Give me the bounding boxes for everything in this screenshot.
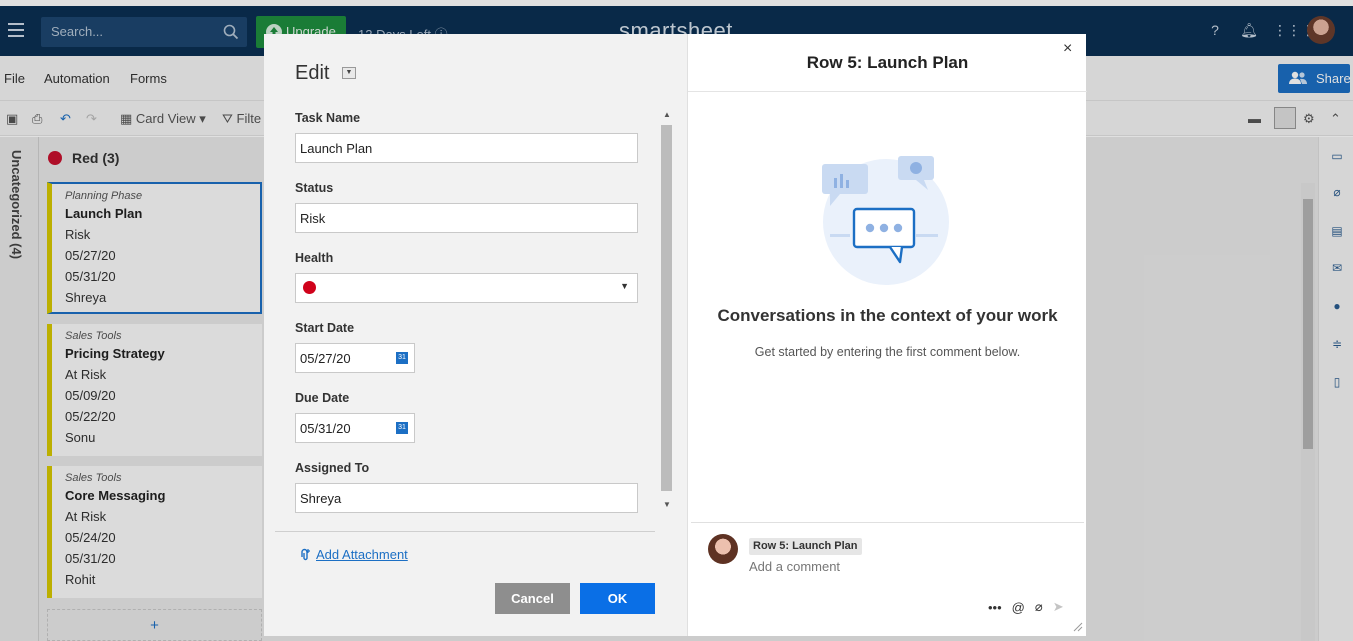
assigned-to-field[interactable]: Shreya bbox=[295, 483, 638, 513]
health-red-indicator bbox=[303, 281, 316, 294]
calendar-icon[interactable]: 31 bbox=[396, 422, 408, 434]
form-scrollbar[interactable]: ▲ ▼ bbox=[661, 110, 673, 509]
panel-title: Row 5: Launch Plan bbox=[806, 53, 969, 72]
paperclip-icon[interactable]: ⌀ bbox=[1035, 599, 1043, 615]
divider bbox=[688, 91, 1087, 92]
task-name-label: Task Name bbox=[295, 111, 361, 125]
commenter-avatar bbox=[708, 534, 738, 564]
due-date-value: 05/31/20 bbox=[300, 421, 351, 436]
resize-grip-icon[interactable] bbox=[1071, 620, 1083, 632]
dialog-title: Edit bbox=[295, 62, 330, 84]
more-options-icon[interactable]: ••• bbox=[988, 600, 1002, 615]
task-name-field[interactable]: Launch Plan bbox=[295, 133, 638, 163]
scroll-up-icon[interactable]: ▲ bbox=[663, 110, 671, 119]
send-icon[interactable]: ➤ bbox=[1053, 599, 1064, 615]
row-reference-chip: Row 5: Launch Plan bbox=[749, 538, 862, 555]
start-date-label: Start Date bbox=[295, 321, 355, 335]
ok-button[interactable]: OK bbox=[580, 583, 655, 614]
conversation-illustration bbox=[822, 156, 949, 285]
status-label: Status bbox=[295, 181, 334, 195]
divider bbox=[275, 531, 655, 532]
chevron-down-icon[interactable]: ▼ bbox=[342, 67, 356, 79]
edit-row-dialog: Edit ▼ Task Name Launch Plan Status Risk… bbox=[264, 34, 687, 636]
scrollbar-thumb[interactable] bbox=[661, 125, 672, 491]
status-field[interactable]: Risk bbox=[295, 203, 638, 233]
add-attachment-link[interactable]: Add Attachment bbox=[298, 547, 408, 562]
paperclip-icon bbox=[301, 548, 310, 560]
close-icon[interactable]: × bbox=[1063, 40, 1072, 58]
divider bbox=[691, 522, 1084, 523]
scroll-down-icon[interactable]: ▼ bbox=[663, 500, 671, 509]
health-label: Health bbox=[295, 251, 334, 265]
conversation-panel: Row 5: Launch Plan × Conversations in th… bbox=[687, 34, 1087, 636]
due-date-field[interactable]: 05/31/20 31 bbox=[295, 413, 415, 443]
assigned-to-label: Assigned To bbox=[295, 461, 370, 475]
calendar-icon[interactable]: 31 bbox=[396, 352, 408, 364]
cancel-button[interactable]: Cancel bbox=[495, 583, 570, 614]
start-date-field[interactable]: 05/27/20 31 bbox=[295, 343, 415, 373]
mention-icon[interactable]: @ bbox=[1012, 600, 1025, 615]
dropdown-caret-icon[interactable]: ▼ bbox=[620, 281, 629, 291]
add-attachment-label: Add Attachment bbox=[316, 547, 408, 562]
due-date-label: Due Date bbox=[295, 391, 350, 405]
empty-state-heading: Conversations in the context of your wor… bbox=[717, 306, 1058, 325]
comment-input[interactable]: Add a comment bbox=[749, 559, 1069, 574]
health-select[interactable]: ▼ bbox=[295, 273, 638, 303]
comment-toolbar: ••• @ ⌀ ➤ bbox=[988, 599, 1064, 615]
empty-state-subtext: Get started by entering the first commen… bbox=[754, 345, 1021, 359]
start-date-value: 05/27/20 bbox=[300, 351, 351, 366]
